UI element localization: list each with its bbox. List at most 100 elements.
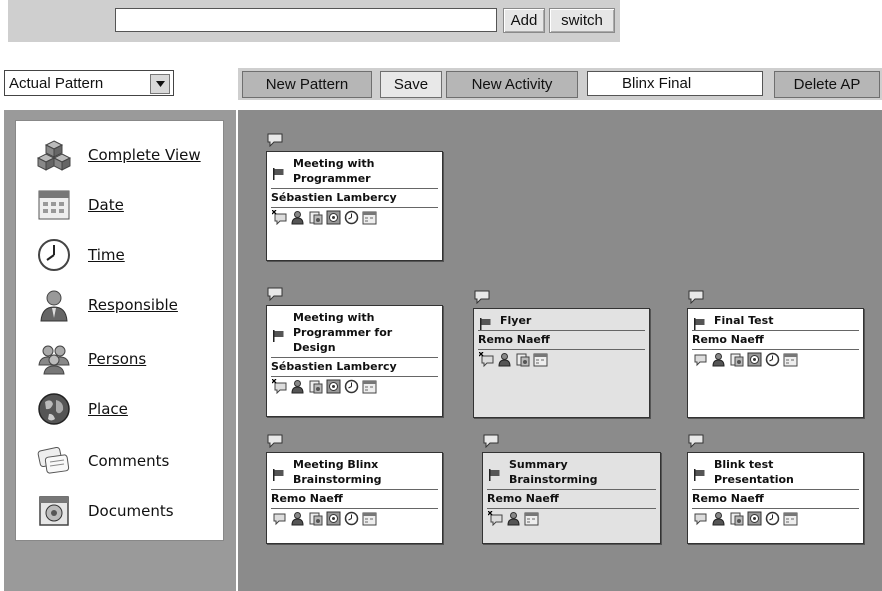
document-icon[interactable] (515, 352, 530, 367)
pattern-name-field[interactable]: Blinx Final (587, 71, 763, 96)
group-icon (36, 341, 72, 377)
calendar-icon[interactable] (783, 511, 798, 526)
activity-card[interactable]: Flyer Remo Naeff (473, 308, 650, 418)
place-icon[interactable] (326, 210, 341, 225)
activity-title-line: Programmer (293, 172, 371, 185)
calendar-icon[interactable] (362, 511, 377, 526)
activity-title-line: Design (293, 341, 336, 354)
sidebar-item-complete-view[interactable]: Complete View (36, 135, 201, 175)
activity-card[interactable]: Meeting with Programmer Sébastien Lambercy (266, 151, 443, 261)
flag-icon (694, 315, 706, 330)
sidebar-item-label[interactable]: Persons (88, 350, 146, 368)
activity-title: Flyer (500, 313, 531, 328)
clock-icon[interactable] (344, 210, 359, 225)
document-icon[interactable] (308, 210, 323, 225)
activity-card[interactable]: Summary Brainstorming Remo Naeff (482, 452, 661, 544)
comment-bubble-icon[interactable] (267, 132, 283, 148)
sidebar-item-time[interactable]: Time (36, 235, 125, 275)
comment-bubble-icon[interactable] (474, 289, 490, 305)
place-icon[interactable] (326, 511, 341, 526)
clock-icon[interactable] (765, 511, 780, 526)
responsible-person: Remo Naeff (692, 333, 764, 346)
place-icon[interactable] (326, 379, 341, 394)
comment-x-icon[interactable] (479, 352, 494, 367)
activity-icons (488, 511, 539, 526)
comment-x-icon[interactable] (488, 511, 503, 526)
person-icon[interactable] (711, 352, 726, 367)
calendar-icon (36, 187, 72, 223)
comment-bubble-icon[interactable] (483, 433, 499, 449)
document-icon[interactable] (308, 379, 323, 394)
sidebar-item-label[interactable]: Responsible (88, 296, 178, 314)
person-icon[interactable] (290, 210, 305, 225)
person-icon[interactable] (290, 379, 305, 394)
sidebar-item-label[interactable]: Time (88, 246, 125, 264)
comment-bubble-icon[interactable] (267, 286, 283, 302)
sidebar-item-comments[interactable]: Comments (36, 441, 169, 481)
activity-card[interactable]: Blink test Presentation Remo Naeff (687, 452, 864, 544)
activity-icons (693, 352, 798, 367)
activity-title-line: Final Test (714, 314, 774, 327)
comment-bubble-icon[interactable] (688, 433, 704, 449)
place-icon[interactable] (747, 352, 762, 367)
divider (487, 508, 656, 509)
calendar-icon[interactable] (362, 379, 377, 394)
pattern-select[interactable]: Actual Pattern (4, 70, 174, 96)
add-button[interactable]: Add (503, 8, 545, 33)
sidebar-item-responsible[interactable]: Responsible (36, 285, 178, 325)
person-icon[interactable] (506, 511, 521, 526)
activity-card[interactable]: Final Test Remo Naeff (687, 308, 864, 418)
document-icon[interactable] (729, 511, 744, 526)
sidebar-item-label[interactable]: Date (88, 196, 124, 214)
responsible-person: Remo Naeff (692, 492, 764, 505)
person-icon[interactable] (497, 352, 512, 367)
sidebar-item-label: Documents (88, 502, 174, 520)
new-activity-button[interactable]: New Activity (446, 71, 578, 98)
switch-button[interactable]: switch (549, 8, 615, 33)
comment-x-icon[interactable] (272, 379, 287, 394)
activity-title: Meeting Blinx Brainstorming (293, 457, 382, 487)
activity-icons (479, 352, 548, 367)
sidebar-item-label[interactable]: Complete View (88, 146, 201, 164)
cubes-icon (36, 137, 72, 173)
calendar-icon[interactable] (783, 352, 798, 367)
clock-icon[interactable] (344, 511, 359, 526)
sidebar-item-documents[interactable]: Documents (36, 491, 174, 531)
document-icon[interactable] (308, 511, 323, 526)
place-icon[interactable] (747, 511, 762, 526)
activity-title-line: Meeting with (293, 157, 375, 170)
comment-bubble-icon[interactable] (688, 289, 704, 305)
sidebar-item-date[interactable]: Date (36, 185, 124, 225)
responsible-person: Remo Naeff (487, 492, 559, 505)
clock-icon[interactable] (765, 352, 780, 367)
person-icon[interactable] (711, 511, 726, 526)
person-icon (36, 287, 72, 323)
sidebar-item-label[interactable]: Place (88, 400, 128, 418)
add-input[interactable] (115, 8, 497, 32)
divider (692, 330, 859, 331)
delete-pattern-button[interactable]: Delete AP (774, 71, 880, 98)
document-icon[interactable] (729, 352, 744, 367)
activity-card[interactable]: Meeting Blinx Brainstorming Remo Naeff (266, 452, 443, 544)
divider (271, 489, 438, 490)
sidebar-item-place[interactable]: Place (36, 389, 128, 429)
sidebar-item-persons[interactable]: Persons (36, 339, 146, 379)
calendar-icon[interactable] (524, 511, 539, 526)
comment-x-icon[interactable] (272, 210, 287, 225)
clock-icon[interactable] (344, 379, 359, 394)
comment-icon[interactable] (693, 352, 708, 367)
toolbar: New Pattern Save New Activity Blinx Fina… (238, 68, 882, 100)
calendar-icon[interactable] (533, 352, 548, 367)
save-button[interactable]: Save (380, 71, 442, 98)
comment-icon[interactable] (693, 511, 708, 526)
person-icon[interactable] (290, 511, 305, 526)
divider (271, 188, 438, 189)
activity-card[interactable]: Meeting with Programmer for Design Sébastie… (266, 305, 443, 417)
activity-title-line: Blink test (714, 458, 774, 471)
chevron-down-icon[interactable] (150, 74, 170, 94)
activity-title-line: Brainstorming (509, 473, 598, 486)
calendar-icon[interactable] (362, 210, 377, 225)
new-pattern-button[interactable]: New Pattern (242, 71, 372, 98)
comment-icon[interactable] (272, 511, 287, 526)
comment-bubble-icon[interactable] (267, 433, 283, 449)
